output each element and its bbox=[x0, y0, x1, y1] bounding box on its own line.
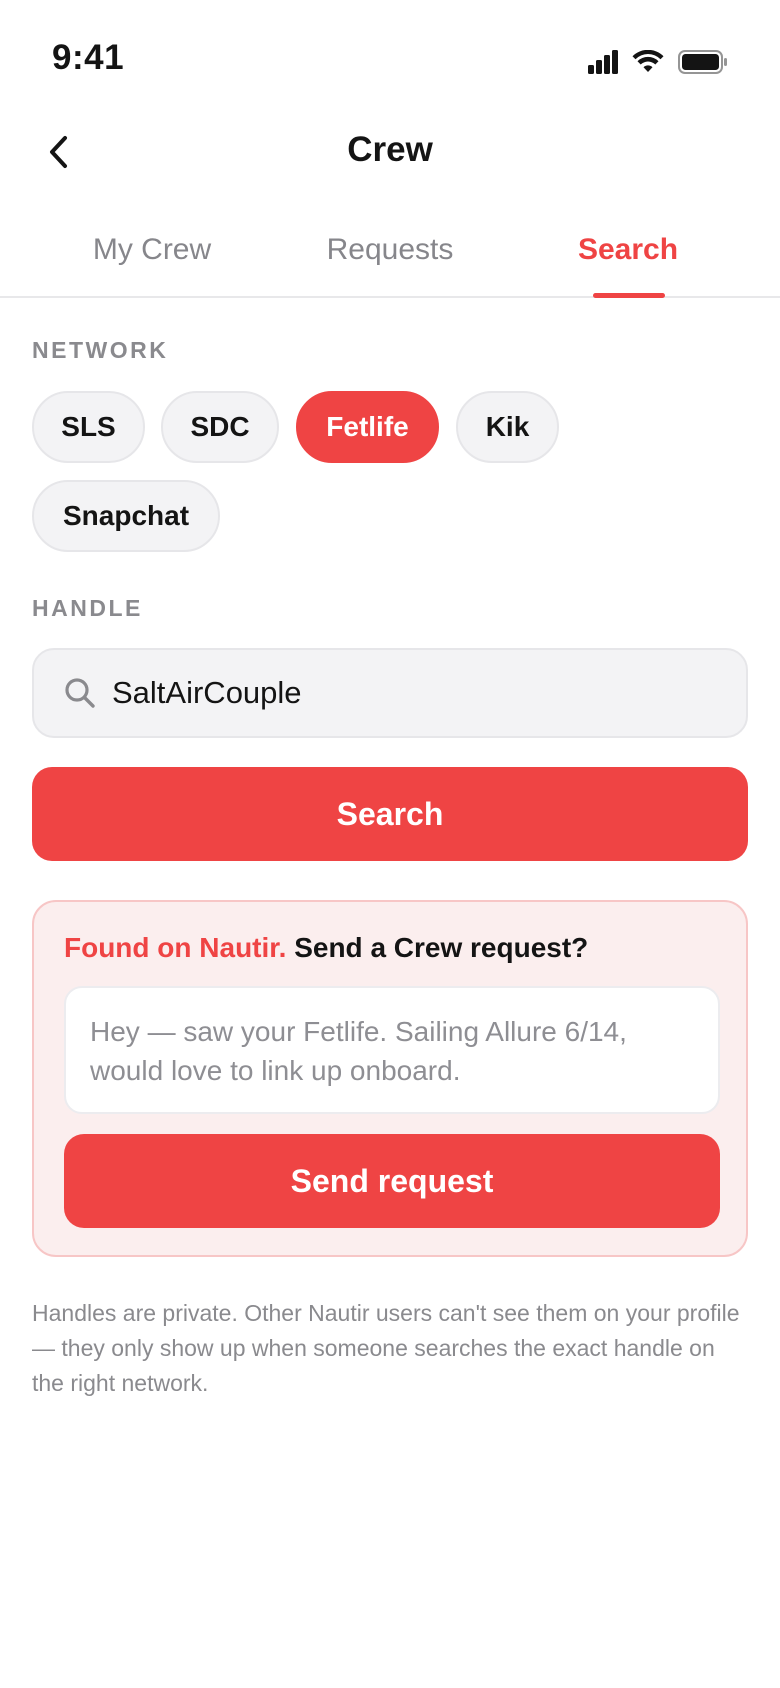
nav-bar: Crew bbox=[0, 110, 780, 190]
page-title: Crew bbox=[347, 130, 433, 169]
handle-input[interactable] bbox=[112, 675, 712, 711]
network-chip-snapchat[interactable]: Snapchat bbox=[32, 480, 220, 552]
handle-search-field[interactable] bbox=[32, 648, 748, 738]
network-section-label: NETWORK bbox=[32, 337, 169, 363]
status-icons bbox=[588, 49, 728, 79]
tab-requests[interactable]: Requests bbox=[278, 233, 502, 267]
battery-icon bbox=[678, 50, 728, 79]
message-box[interactable] bbox=[64, 986, 720, 1114]
search-button[interactable]: Search bbox=[32, 767, 748, 861]
network-chip-sdc[interactable]: SDC bbox=[161, 391, 279, 463]
status-time: 9:41 bbox=[52, 38, 125, 77]
tab-my-crew[interactable]: My Crew bbox=[40, 233, 264, 267]
found-result-card: Found on Nautir. Send a Crew request? Se… bbox=[32, 900, 748, 1257]
network-chip-sls[interactable]: SLS bbox=[32, 391, 145, 463]
search-icon bbox=[65, 678, 95, 708]
tab-bar: My Crew Requests Search bbox=[0, 215, 780, 298]
status-bar: 9:41 bbox=[0, 0, 780, 110]
network-chip-kik[interactable]: Kik bbox=[456, 391, 559, 463]
send-request-button[interactable]: Send request bbox=[64, 1134, 720, 1228]
tab-search[interactable]: Search bbox=[516, 233, 740, 267]
signal-icon bbox=[588, 50, 618, 79]
active-tab-indicator bbox=[593, 293, 665, 298]
network-chip-fetlife[interactable]: Fetlife bbox=[296, 391, 439, 463]
wifi-icon bbox=[632, 49, 664, 79]
found-status-label: Found on Nautir. bbox=[64, 932, 287, 963]
privacy-footnote: Handles are private. Other Nautir users … bbox=[32, 1300, 740, 1396]
request-message-input[interactable] bbox=[90, 1012, 694, 1088]
request-prompt-label: Send a Crew request? bbox=[294, 932, 589, 963]
handle-section-label: HANDLE bbox=[32, 595, 143, 621]
result-heading: Found on Nautir. Send a Crew request? bbox=[64, 932, 588, 964]
